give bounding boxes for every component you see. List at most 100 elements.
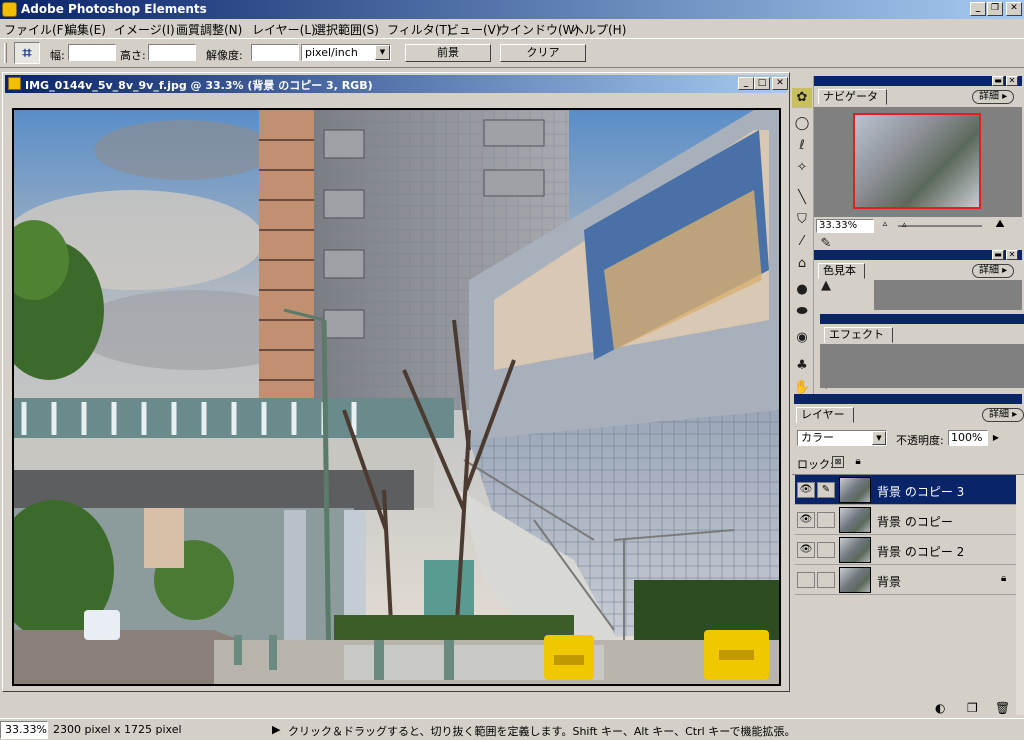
layer-row[interactable]: 👁︎ ✎ 背景 のコピー 3 [795,475,1019,505]
lock-all-icon[interactable]: 🔒︎ [852,456,864,468]
close-icon[interactable]: ✕ [1006,2,1022,16]
navigator-view-box[interactable] [853,113,981,209]
doc-minimize-icon[interactable]: _ [738,77,754,90]
opacity-label: 不透明度: [896,434,944,447]
doc-close-icon[interactable]: ✕ [772,77,788,90]
photoshop-elements-icon [2,2,17,17]
image-canvas[interactable] [12,108,781,686]
height-label: 高さ: [120,49,146,62]
layer-row[interactable]: 背景 🔒︎ [795,565,1019,595]
layer-name: 背景 のコピー 2 [877,545,965,559]
zoom-slider-thumb-icon[interactable]: ▵ [902,220,907,230]
trash-icon[interactable]: 🗑︎ [995,701,1010,715]
navigator-header[interactable]: ▬ ✕ [814,76,1022,86]
eye-icon[interactable]: 👁︎ [797,482,815,498]
layers-scrollbar[interactable] [1016,475,1024,715]
menu-file[interactable]: ファイル(F) [4,21,68,38]
eye-icon[interactable]: 👁︎ [797,542,815,558]
layers-list: 👁︎ ✎ 背景 のコピー 3 👁︎ 背景 のコピー 👁︎ 背景 のコピー 2 背景 🔒︎ [792,474,1024,718]
line-icon[interactable]: ╲ [792,188,812,208]
blend-mode-chevron-icon[interactable]: ▼ [872,431,886,445]
layers-header[interactable] [794,394,1022,404]
layer-brush-icon[interactable] [817,542,835,558]
layers-details-button[interactable]: 詳細 ▸ [982,408,1024,422]
chevron-down-icon[interactable]: ▼ [375,45,390,60]
tab-navigator[interactable]: ナビゲータ [818,89,887,105]
document-title-bar[interactable]: IMG_0144v_5v_8v_9v_f.jpg @ 33.3% (背景 のコピ… [5,75,788,93]
resolution-input[interactable] [251,44,299,61]
menu-help[interactable]: ヘルプ(H) [572,21,626,38]
magic-wand-icon[interactable]: ✧ [792,158,812,178]
menu-edit[interactable]: 編集(E) [65,21,106,38]
eye-icon[interactable] [797,572,815,588]
restore-icon[interactable]: ❐ [987,2,1003,16]
swatches-details-label: 詳細 [979,265,999,276]
minimize-icon[interactable]: _ [970,2,986,16]
blend-mode-select[interactable]: カラー ▼ [797,430,887,446]
menu-select[interactable]: 選択範囲(S) [314,21,379,38]
swatches-header[interactable]: ▬ ✕ [814,250,1022,260]
menu-view[interactable]: ビュー(V) [447,21,501,38]
unit-select[interactable]: pixel/inch ▼ [301,44,391,61]
layer-row[interactable]: 👁︎ 背景 のコピー [795,505,1019,535]
toolbar-grip[interactable] [4,43,7,63]
opacity-arrow-icon[interactable]: ▶ [990,431,1002,445]
zoom-out-icon[interactable]: ▵ [878,219,892,233]
zoom-in-icon[interactable]: ⛰ [988,217,1012,231]
swatches-close-icon[interactable]: ✕ [1006,250,1018,260]
burn-icon[interactable]: ◉ [792,328,812,348]
tab-layers[interactable]: レイヤー [796,407,854,423]
navigator-palette: ▬ ✕ ナビゲータ 詳細 ▸ 33.33% ▵ ▵ ⛰ [814,74,1024,242]
layer-row[interactable]: 👁︎ 背景 のコピー 2 [795,535,1019,565]
app-title: Adobe Photoshop Elements [21,2,207,16]
layer-name: 背景 のコピー [877,515,953,529]
clear-button[interactable]: クリア [500,44,586,62]
menu-layer[interactable]: レイヤー(L) [252,21,316,38]
swatches-minimize-icon[interactable]: ▬ [992,250,1004,260]
menu-enhance[interactable]: 画質調整(N) [176,21,242,38]
marquee-icon[interactable]: ◯ [792,114,812,134]
tab-effects[interactable]: エフェクト [824,327,893,343]
doc-maximize-icon[interactable]: □ [754,77,770,90]
navigator-minimize-icon[interactable]: ▬ [992,76,1004,86]
status-bar: 33.33% 2300 pixel x 1725 pixel ▶ クリック＆ドラ… [0,718,1024,740]
crop-tool-icon[interactable]: ⌗ [14,42,40,64]
layer-brush-icon[interactable] [817,512,835,528]
blur-icon[interactable]: ● [792,280,812,300]
navigator-close-icon[interactable]: ✕ [1006,76,1018,86]
layer-brush-icon[interactable] [817,572,835,588]
opacity-input[interactable]: 100% [948,430,988,446]
layer-thumbnail [839,537,871,563]
sponge-icon[interactable]: ⬬ [792,302,812,322]
sunflower-icon[interactable]: ✿ [792,88,812,108]
eye-icon[interactable]: 👁︎ [797,512,815,528]
stamp-icon[interactable]: ♣ [792,356,812,376]
navigator-details-label: 詳細 [979,91,999,102]
paint-bucket-icon[interactable]: ⛉ [792,210,812,230]
height-input[interactable] [148,44,196,61]
effects-header[interactable] [820,314,1024,324]
new-adjustment-layer-icon[interactable]: ◐ [935,701,945,715]
menu-window[interactable]: ウインドウ(W) [498,21,579,38]
eraser-icon[interactable]: ⌂ [792,254,812,274]
new-layer-icon[interactable]: ❐ [967,701,978,715]
status-zoom[interactable]: 33.33% [0,721,48,739]
lock-label: ロック: [797,458,834,471]
lasso-icon[interactable]: ℓ [792,136,812,156]
brush-icon[interactable]: ⁄ [792,232,812,252]
lock-transparency-icon[interactable]: ⊠ [832,456,844,468]
front-image-button[interactable]: 前景 [405,44,491,62]
navigator-details-button[interactable]: 詳細 ▸ [972,90,1015,104]
app-title-bar: Adobe Photoshop Elements _ ❐ ✕ [0,0,1024,19]
palette-dock: ✿ ◯ ℓ ✧ ╲ ⛉ ⁄ ⌂ ● ⬬ ◉ ♣ ✋ ✎ ▲ ⁄ ⚲ ▬ ✕ ナビ… [792,72,1024,718]
tab-swatches[interactable]: 色見本 [818,263,865,279]
status-menu-arrow-icon[interactable]: ▶ [272,723,280,736]
layer-brush-icon[interactable]: ✎ [817,482,835,498]
menu-filter[interactable]: フィルタ(T) [387,21,451,38]
width-input[interactable] [68,44,116,61]
unit-select-value: pixel/inch [305,46,358,59]
navigator-zoom-field[interactable]: 33.33% [816,219,874,233]
menu-image[interactable]: イメージ(I) [114,21,175,38]
swatches-details-button[interactable]: 詳細 ▸ [972,264,1015,278]
zoom-slider[interactable] [898,225,982,227]
